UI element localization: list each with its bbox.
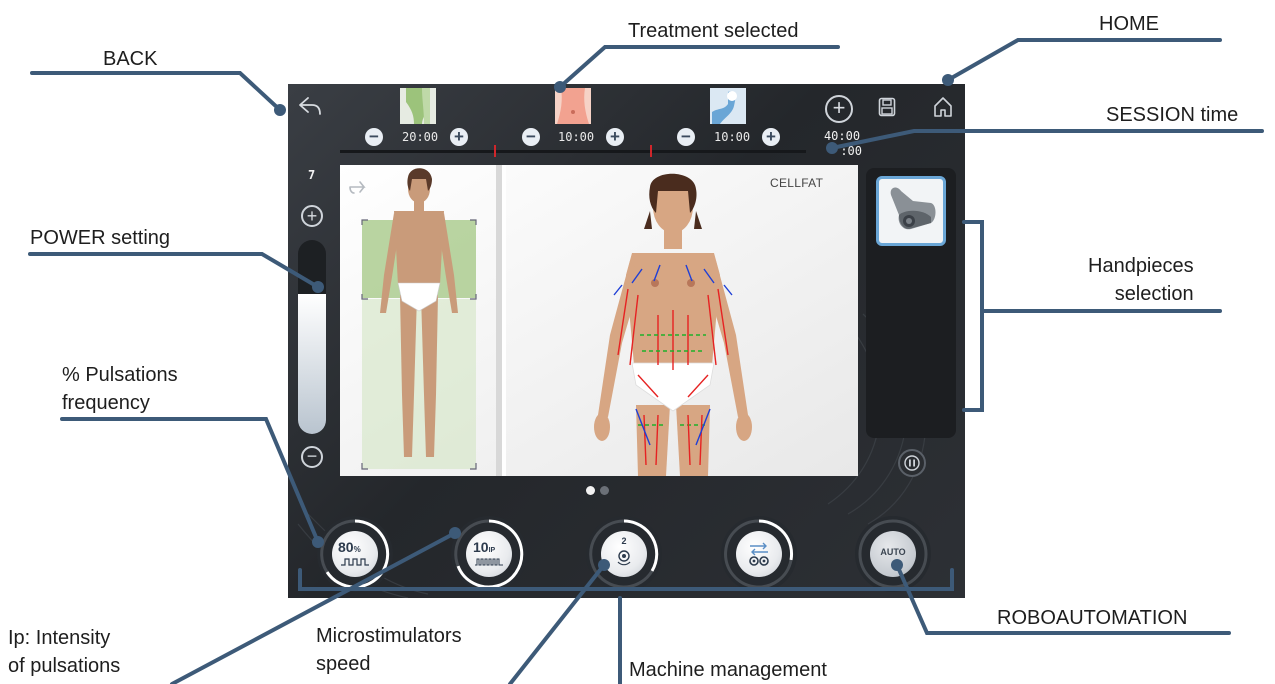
speed-value: 2 (621, 536, 627, 546)
timeline-marker-2 (650, 145, 652, 157)
body-map-illustration (340, 165, 858, 476)
callout-ip-intensity: Ip: Intensity of pulsations (8, 624, 120, 680)
treatment-1-decrease-button[interactable]: − (365, 128, 383, 146)
session-time-line1: 40:00 (823, 129, 861, 143)
mode-knob[interactable] (721, 516, 797, 592)
callout-handpieces-line1: Handpieces (1088, 255, 1194, 277)
leg-area-thumbnail-icon (400, 88, 436, 124)
session-timeline-bar (340, 145, 806, 157)
power-slider-fill (298, 294, 326, 434)
knob-face (736, 531, 782, 577)
treatment-2-decrease-button[interactable]: − (522, 128, 540, 146)
page-dot-active[interactable] (586, 486, 595, 495)
power-slider[interactable] (298, 240, 326, 434)
callout-power-setting: POWER setting (30, 227, 171, 249)
intensity-value: 10IP (473, 540, 495, 558)
treatment-3-increase-button[interactable]: + (762, 128, 780, 146)
treatment-3-time: 10:00 (714, 130, 751, 144)
timeline-marker-1 (494, 145, 496, 157)
pulsation-frequency-knob[interactable]: 80% (317, 516, 393, 592)
auto-label: AUTO (880, 547, 906, 557)
pause-button[interactable] (898, 449, 926, 477)
pulsation-value: 80% (338, 540, 361, 557)
treatment-thumb-1[interactable] (400, 88, 436, 124)
treatment-thumb-2[interactable] (555, 88, 591, 124)
pulse-square-wave-icon (341, 558, 369, 566)
callout-back: BACK (103, 48, 158, 70)
callout-pulsations: % Pulsations frequency (62, 361, 178, 417)
callout-ip-line1: Ip: Intensity (8, 627, 111, 649)
callout-session-time: SESSION time (1106, 104, 1239, 126)
power-value: 7 (308, 168, 316, 182)
arm-area-thumbnail-icon (710, 88, 746, 124)
treatment-name: CELLFAT (770, 176, 824, 190)
treatment-thumb-3[interactable] (710, 88, 746, 124)
power-decrease-button[interactable]: − (301, 446, 323, 468)
treatment-1-increase-button[interactable]: + (450, 128, 468, 146)
pulsation-value-main: 80 (338, 539, 354, 555)
transfer-arrows-icon (749, 542, 769, 566)
treatment-2-increase-button[interactable]: + (606, 128, 624, 146)
page-dot-inactive[interactable] (600, 486, 609, 495)
handpiece-selected[interactable] (876, 176, 946, 246)
treatment-3-decrease-button[interactable]: − (677, 128, 695, 146)
callout-pulsations-line2: frequency (62, 392, 150, 414)
knob-face: 2 (601, 531, 647, 577)
power-increase-button[interactable]: + (301, 205, 323, 227)
callout-handpieces-line2: selection (1114, 283, 1194, 305)
knob-face: AUTO (870, 531, 916, 577)
callout-micro-line2: speed (316, 653, 371, 675)
treatment-2-time: 10:00 (558, 130, 595, 144)
intensity-value-unit: IP (488, 547, 496, 554)
home-icon[interactable] (932, 96, 954, 118)
callout-handpieces: Handpieces selection (1088, 252, 1194, 308)
intensity-value-main: 10 (473, 539, 489, 555)
session-time-line2: :00 (840, 144, 862, 158)
session-time-display: 40:00 :00 (822, 129, 862, 159)
callout-pulsations-line1: % Pulsations (62, 364, 178, 386)
knob-face: 80% (332, 531, 378, 577)
treatment-1-time: 20:00 (402, 130, 439, 144)
add-time-button[interactable]: + (825, 95, 853, 123)
callout-machine-management: Machine management (629, 659, 827, 681)
back-arrow-icon[interactable] (298, 96, 324, 116)
pulsation-value-unit: % (353, 545, 361, 554)
save-icon[interactable] (878, 97, 896, 117)
rotation-speed-icon (617, 550, 631, 566)
callout-roboautomation: ROBOAUTOMATION (997, 607, 1188, 629)
body-map-panel (340, 165, 858, 476)
pulse-train-icon (475, 558, 503, 566)
roboautomation-knob[interactable]: AUTO (855, 516, 931, 592)
knob-face: 10IP (466, 531, 512, 577)
microstimulators-speed-knob[interactable]: 2 (586, 516, 662, 592)
callout-home: HOME (1099, 13, 1159, 35)
callout-treatment-selected: Treatment selected (628, 20, 799, 42)
handpieces-panel (866, 168, 956, 438)
handpiece-device-icon (890, 187, 936, 230)
pulsation-intensity-knob[interactable]: 10IP (451, 516, 527, 592)
callout-micro-line1: Microstimulators (316, 625, 462, 647)
callout-ip-line2: of pulsations (8, 655, 121, 677)
callout-microstimulators: Microstimulators speed (316, 622, 462, 678)
pause-icon (904, 455, 920, 471)
abdomen-area-thumbnail-icon (555, 88, 591, 124)
